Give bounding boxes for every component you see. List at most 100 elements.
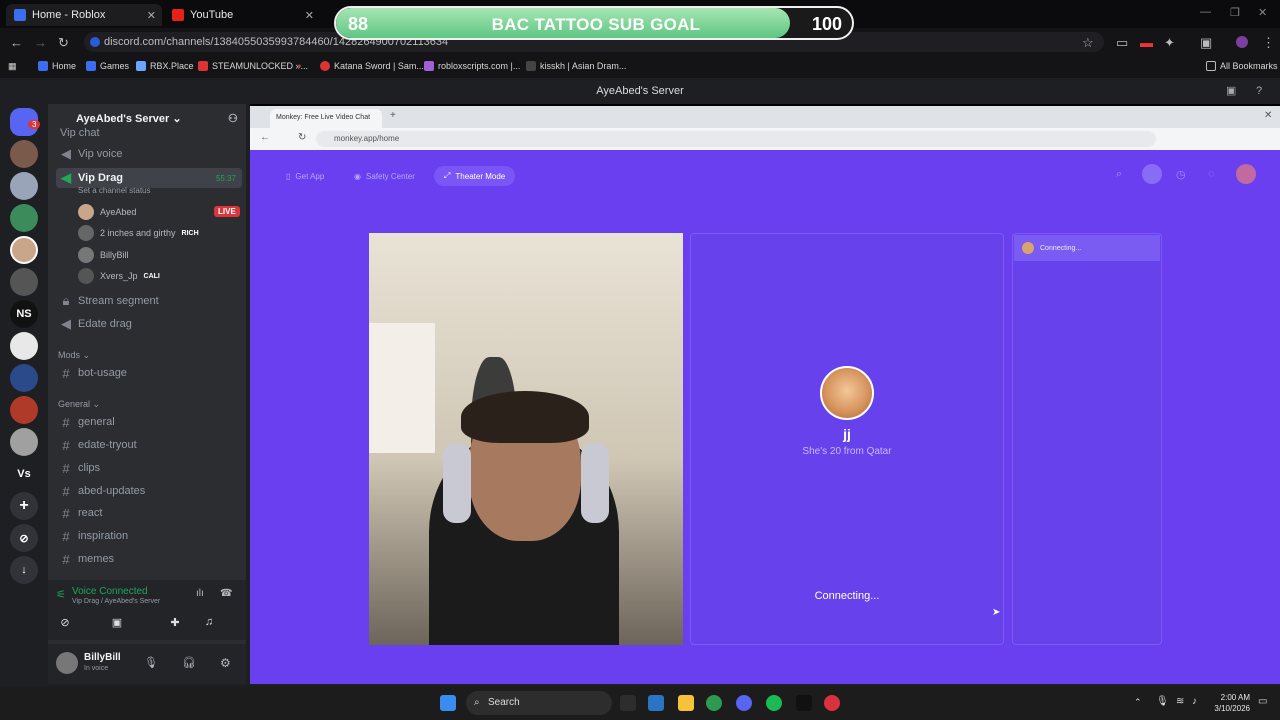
server-avatar[interactable] — [10, 396, 38, 424]
voice-member[interactable]: 2 inches and girthy RICH — [78, 225, 199, 241]
clock-date: 3/10/2026 — [1214, 704, 1250, 713]
channel-edate-drag[interactable]: ◀ Edate drag — [56, 314, 242, 334]
phone-icon: ▯ — [286, 171, 291, 181]
channel-vip-drag[interactable]: ◀ Vip Drag 55:37 — [56, 168, 242, 188]
extensions-puzzle-icon[interactable]: ✦ — [1164, 35, 1175, 51]
bookmark-katana[interactable]: Katana Sword | Sam... — [320, 61, 424, 71]
server-avatar[interactable] — [10, 140, 38, 168]
server-avatar[interactable] — [10, 364, 38, 392]
wifi-icon[interactable]: ≋ — [1176, 696, 1184, 707]
avatar — [78, 225, 94, 241]
channel-abed-updates[interactable]: # abed-updates — [56, 481, 242, 501]
channel-general[interactable]: # general — [56, 412, 242, 432]
bookmark-kisskh[interactable]: kisskh | Asian Dram... — [526, 61, 626, 71]
discord-window-title: AyeAbed's Server — [596, 85, 684, 97]
maximize-icon[interactable]: ❐ — [1230, 6, 1240, 19]
voice-member[interactable]: Xvers_Jp CALI — [78, 268, 160, 284]
server-avatar[interactable] — [10, 332, 38, 360]
camera-off-icon[interactable]: ⊘ — [54, 616, 76, 634]
back-icon[interactable]: ← — [10, 35, 23, 50]
extension-red-icon[interactable]: ▬ — [1140, 35, 1153, 50]
close-icon[interactable]: ✕ — [305, 9, 314, 22]
settings-gear-icon[interactable]: ⚙ — [220, 656, 231, 670]
taskbar-search[interactable]: ⌕ Search — [466, 691, 612, 715]
all-bookmarks[interactable]: All Bookmarks — [1206, 61, 1278, 71]
category-general[interactable]: General ⌄ — [58, 399, 100, 410]
channel-react[interactable]: # react — [56, 503, 242, 523]
bookmark-home[interactable]: Home — [38, 61, 76, 71]
channel-partial[interactable]: Vip chat — [56, 128, 242, 138]
server-vs[interactable]: Vs — [10, 460, 38, 488]
notification-icon[interactable]: ▭ — [1258, 696, 1267, 707]
extension-icon[interactable]: ▭ — [1116, 35, 1128, 51]
tab-youtube[interactable]: YouTube ✕ — [164, 4, 320, 26]
profile-avatar[interactable] — [1236, 36, 1248, 48]
side-panel-icon[interactable]: ▣ — [1200, 35, 1212, 51]
help-icon[interactable]: ? — [1256, 78, 1262, 104]
tray-chevron-icon[interactable]: ⌃ — [1134, 697, 1142, 708]
mouse-app-icon[interactable] — [620, 695, 636, 711]
inbox-icon[interactable]: ▣ — [1226, 78, 1236, 104]
channel-edate-tryout[interactable]: # edate-tryout — [56, 435, 242, 455]
discover-icon[interactable]: ⊘ — [10, 524, 38, 552]
activities-icon[interactable]: ✚ — [164, 616, 186, 634]
site-info-icon[interactable] — [90, 37, 100, 47]
channel-bot-usage[interactable]: # bot-usage — [56, 363, 242, 383]
system-clock[interactable]: 2:00 AM 3/10/2026 — [1204, 692, 1250, 714]
add-member-icon[interactable]: ⚇ — [228, 112, 238, 125]
server-avatar-active[interactable] — [10, 236, 38, 264]
task-view-icon[interactable] — [648, 695, 664, 711]
user-avatar[interactable] — [56, 652, 78, 674]
reload-icon[interactable]: ↻ — [58, 35, 69, 51]
server-avatar[interactable] — [10, 172, 38, 200]
voice-member[interactable]: AyeAbed — [78, 204, 136, 220]
member-name: 2 inches and girthy — [100, 228, 176, 238]
server-avatar[interactable] — [10, 268, 38, 296]
bookmark-games[interactable]: Games — [86, 61, 129, 71]
apps-grid-icon[interactable]: ▦ — [8, 61, 17, 72]
forward-icon[interactable]: → — [34, 35, 47, 50]
microphone-icon[interactable]: 🎙︎ — [144, 656, 158, 669]
discord-taskbar-icon[interactable] — [736, 695, 752, 711]
category-mods[interactable]: Mods ⌄ — [58, 350, 90, 361]
channel-clips[interactable]: # clips — [56, 458, 242, 478]
bookmark-robloxscripts[interactable]: robloxscripts.com |... — [424, 61, 520, 71]
soundboard-icon[interactable]: ♫ — [198, 616, 220, 634]
bookmark-star-icon[interactable]: ☆ — [1082, 35, 1094, 51]
shield-icon: ◉ — [354, 171, 361, 181]
channel-memes[interactable]: # memes — [56, 549, 242, 569]
headphones-icon[interactable]: 🎧︎ — [182, 656, 196, 669]
close-icon[interactable]: ✕ — [147, 9, 156, 22]
screen-share-icon[interactable]: ▣ — [106, 616, 128, 634]
disconnect-icon[interactable]: ☎ — [220, 588, 232, 599]
app-icon[interactable] — [796, 695, 812, 711]
channel-stream-segment[interactable]: 🔒︎ Stream segment — [56, 291, 242, 311]
spotify-icon[interactable] — [766, 695, 782, 711]
start-windows-icon[interactable] — [440, 695, 456, 711]
channel-inspiration[interactable]: # inspiration — [56, 526, 242, 546]
bookmark-rbxplace[interactable]: RBX.Place — [136, 61, 194, 71]
bookmark-steamunlocked[interactable]: STEAMUNLOCKED »... — [198, 61, 308, 71]
voice-timer: 55:37 — [215, 173, 236, 183]
chrome-icon[interactable] — [706, 695, 722, 711]
opera-icon[interactable] — [824, 695, 840, 711]
file-explorer-icon[interactable] — [678, 695, 694, 711]
noise-suppression-icon[interactable]: ılı — [196, 588, 204, 599]
server-avatar[interactable] — [10, 204, 38, 232]
menu-icon[interactable]: ⋮ — [1262, 35, 1275, 51]
channel-vip-voice[interactable]: ◀ Vip voice — [56, 144, 242, 164]
tab-roblox[interactable]: Home - Roblox ✕ — [6, 4, 162, 26]
voice-member[interactable]: BillyBill — [78, 247, 129, 263]
close-window-icon[interactable]: ✕ — [1258, 6, 1267, 19]
channel-status-hint[interactable]: Set a channel status — [78, 186, 151, 195]
download-icon[interactable]: ↓ — [10, 556, 38, 584]
voice-location[interactable]: Vip Drag / AyeAbed's Server — [72, 598, 160, 605]
signal-icon[interactable]: ⚟ — [56, 588, 66, 601]
volume-icon[interactable]: ♪ — [1192, 696, 1197, 707]
server-avatar[interactable] — [10, 428, 38, 456]
server-ns[interactable]: NS — [10, 300, 38, 328]
add-server-icon[interactable]: + — [10, 492, 38, 520]
tray-mic-icon[interactable]: 🎙︎ — [1156, 696, 1169, 707]
bookmark-label: STEAMUNLOCKED »... — [212, 61, 309, 71]
minimize-icon[interactable]: — — [1200, 6, 1211, 18]
